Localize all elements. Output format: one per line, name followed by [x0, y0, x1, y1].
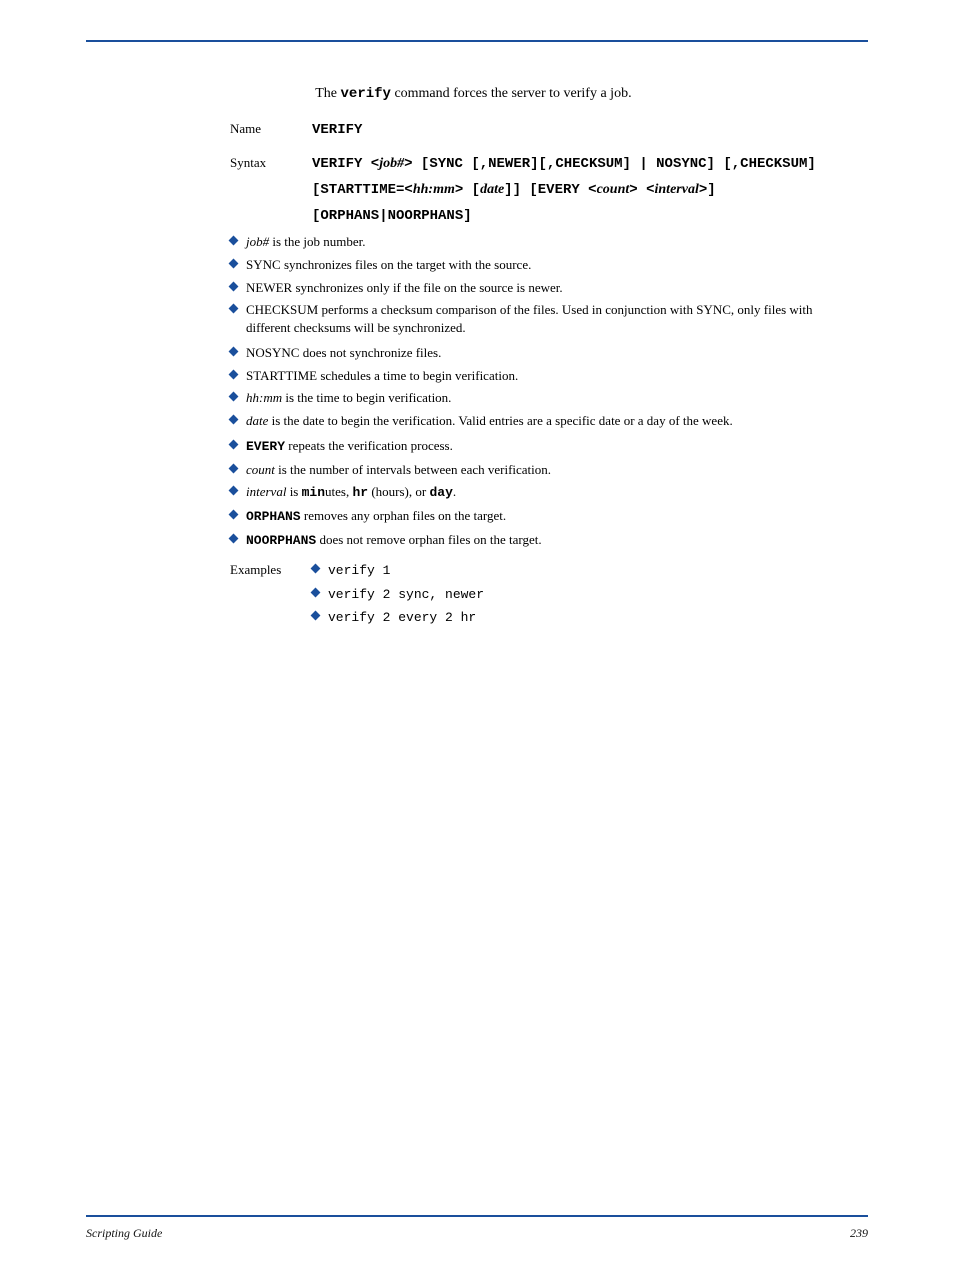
label-examples: Examples	[230, 561, 312, 579]
params-list-2: NOSYNC does not synchronize files. START…	[230, 344, 844, 429]
footer-left: Scripting Guide	[86, 1226, 162, 1241]
intro-text-after: command forces the server to verify a jo…	[394, 86, 631, 101]
param-item: ORPHANS removes any orphan files on the …	[230, 507, 844, 526]
top-rule	[86, 40, 868, 42]
name-value: VERIFY	[312, 121, 844, 140]
footer: Scripting Guide 239	[86, 1226, 868, 1241]
intro-paragraph: The verify command forces the server to …	[230, 84, 844, 104]
params-list: job# is the job number. SYNC synchronize…	[230, 233, 844, 336]
syntax-row-1: Syntax VERIFY <job#> [SYNC [,NEWER][,CHE…	[230, 154, 844, 174]
label-syntax: Syntax	[230, 154, 312, 172]
example-item: verify 2 sync, newer	[312, 585, 844, 604]
param-item: date is the date to begin the verificati…	[230, 412, 844, 430]
param-item: CHECKSUM performs a checksum comparison …	[230, 301, 844, 336]
param-item: hh:mm is the time to begin verification.	[230, 389, 844, 407]
param-item: EVERY repeats the verification process.	[230, 437, 844, 456]
example-item: verify 1	[312, 561, 844, 580]
param-item: SYNC synchronizes files on the target wi…	[230, 256, 844, 274]
examples-list: verify 1 verify 2 sync, newer verify 2 e…	[312, 561, 844, 627]
param-item: STARTTIME schedules a time to begin veri…	[230, 367, 844, 385]
param-item: job# is the job number.	[230, 233, 844, 251]
label-name: Name	[230, 120, 312, 138]
syntax-row-2: [STARTTIME=<hh:mm> [date]] [EVERY <count…	[230, 180, 844, 200]
footer-page: 239	[850, 1226, 868, 1241]
syntax-line-1: VERIFY <job#> [SYNC [,NEWER][,CHECKSUM] …	[312, 155, 844, 174]
param-item: count is the number of intervals between…	[230, 461, 844, 479]
intro-cmd: verify	[341, 86, 391, 102]
name-row: Name VERIFY	[230, 120, 844, 140]
bottom-rule	[86, 1215, 868, 1217]
param-item: NOSYNC does not synchronize files.	[230, 344, 844, 362]
params-list-3: EVERY repeats the verification process. …	[230, 437, 844, 549]
syntax-line-3: [ORPHANS|NOORPHANS]	[312, 207, 844, 226]
examples-row: Examples verify 1 verify 2 sync, newer v…	[230, 559, 844, 632]
content-area: The verify command forces the server to …	[230, 84, 844, 632]
example-item: verify 2 every 2 hr	[312, 608, 844, 627]
intro-text-before: The	[315, 86, 340, 101]
param-item: NEWER synchronizes only if the file on t…	[230, 279, 844, 297]
syntax-row-3: [ORPHANS|NOORPHANS]	[230, 206, 844, 226]
param-item: NOORPHANS does not remove orphan files o…	[230, 531, 844, 550]
syntax-line-2: [STARTTIME=<hh:mm> [date]] [EVERY <count…	[312, 181, 844, 200]
param-item: interval is minutes, hr (hours), or day.	[230, 483, 844, 502]
